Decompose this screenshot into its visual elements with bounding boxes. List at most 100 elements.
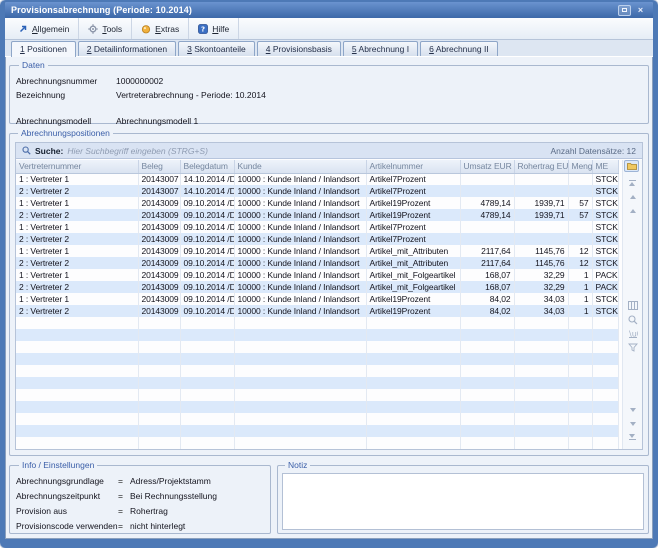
close-button[interactable]: ×	[634, 5, 647, 16]
menu-item-allgemein[interactable]: Allgemein	[9, 18, 79, 39]
view-columns-icon[interactable]	[625, 299, 641, 312]
column-header-kunde[interactable]: Kunde	[234, 160, 366, 173]
scroll-bottom-icon[interactable]	[625, 431, 641, 444]
equals-separator: =	[118, 504, 130, 519]
column-chooser-icon[interactable]	[624, 160, 639, 172]
table-row[interactable]: 2 : Vertreter 22014300714.10.2014 /Di100…	[16, 185, 618, 197]
tab-detailinformationen[interactable]: 2 Detailinformationen	[78, 41, 176, 56]
menu-item-extras[interactable]: Extras	[132, 18, 189, 39]
column-header-beleg[interactable]: Beleg	[138, 160, 180, 173]
table-row[interactable]: 1 : Vertreter 12014300909.10.2014 /Do100…	[16, 221, 618, 233]
column-header-me[interactable]: ME	[592, 160, 618, 173]
menu-item-label: Tools	[102, 24, 122, 34]
tab-provisionsbasis[interactable]: 4 Provisionsbasis	[257, 41, 341, 56]
column-header-umsatz-eur[interactable]: Umsatz EUR	[460, 160, 514, 173]
cell	[234, 449, 366, 450]
cell	[592, 353, 618, 365]
cell	[234, 437, 366, 449]
menu-bar: Allgemein Tools Extras?Hilfe	[5, 18, 653, 40]
cell	[180, 317, 234, 329]
column-header-rohertrag-eur[interactable]: Rohertrag EUR	[514, 160, 568, 173]
cell: Artikel_mit_Folgeartikel	[366, 281, 460, 293]
cell: Artikel7Prozent	[366, 173, 460, 185]
cell	[568, 413, 592, 425]
table-empty-row	[16, 341, 618, 353]
cell: 10000 : Kunde Inland / Inlandsort	[234, 221, 366, 233]
cell: 10000 : Kunde Inland / Inlandsort	[234, 281, 366, 293]
cell	[568, 377, 592, 389]
tab-abrechnung-i[interactable]: 5 Abrechnung I	[343, 41, 418, 56]
cell	[568, 449, 592, 450]
table-empty-row	[16, 389, 618, 401]
table-row[interactable]: 1 : Vertreter 12014300909.10.2014 /Do100…	[16, 269, 618, 281]
cell	[460, 413, 514, 425]
cell	[366, 401, 460, 413]
search-input[interactable]	[67, 146, 546, 156]
cell	[514, 329, 568, 341]
cell: 20143009	[138, 245, 180, 257]
menu-item-label: Allgemein	[32, 24, 69, 34]
menu-item-hilfe[interactable]: ?Hilfe	[189, 18, 239, 39]
cell	[460, 353, 514, 365]
cell	[460, 449, 514, 450]
tab-abrechnung-ii[interactable]: 6 Abrechnung II	[420, 41, 498, 56]
equals-separator: =	[118, 519, 130, 534]
restore-icon	[622, 8, 627, 12]
cell	[16, 317, 138, 329]
table-row[interactable]: 2 : Vertreter 22014300909.10.2014 /Do100…	[16, 233, 618, 245]
cell: 20143009	[138, 293, 180, 305]
cell	[514, 353, 568, 365]
cell	[592, 389, 618, 401]
table-row[interactable]: 1 : Vertreter 12014300909.10.2014 /Do100…	[16, 245, 618, 257]
positionen-groupbox: Abrechnungspositionen Suche: Anzahl Date…	[9, 128, 649, 456]
table-row[interactable]: 2 : Vertreter 22014300909.10.2014 /Do100…	[16, 209, 618, 221]
table-empty-row	[16, 329, 618, 341]
column-header-artikelnummer[interactable]: Artikelnummer	[366, 160, 460, 173]
tab-positionen[interactable]: 1 Positionen	[11, 41, 76, 57]
table-row[interactable]: 1 : Vertreter 12014300714.10.2014 /Di100…	[16, 173, 618, 185]
cell	[514, 185, 568, 197]
column-header-belegdatum[interactable]: Belegdatum	[180, 160, 234, 173]
cell	[514, 425, 568, 437]
column-header-vertreternummer[interactable]: Vertreternummer	[16, 160, 138, 173]
cell	[366, 353, 460, 365]
cell: 09.10.2014 /Do	[180, 257, 234, 269]
cell	[514, 377, 568, 389]
scroll-top-icon[interactable]	[625, 176, 641, 189]
tab-skontoanteile[interactable]: 3 Skontoanteile	[178, 41, 255, 56]
cell	[16, 341, 138, 353]
cell	[16, 413, 138, 425]
svg-text:\u03a3: \u03a3	[629, 330, 638, 339]
table-row[interactable]: 2 : Vertreter 22014300909.10.2014 /Do100…	[16, 305, 618, 317]
notiz-textarea[interactable]	[282, 473, 644, 530]
cell: 09.10.2014 /Do	[180, 197, 234, 209]
info-label: Provision aus	[16, 504, 118, 519]
cell: Artikel_mit_Folgeartikel	[366, 269, 460, 281]
table-row[interactable]: 1 : Vertreter 12014300909.10.2014 /Do100…	[16, 293, 618, 305]
cell	[16, 449, 138, 450]
table-row[interactable]: 1 : Vertreter 12014300909.10.2014 /Do100…	[16, 197, 618, 209]
info-rows: Abrechnungsgrundlage=Adress/Projektstamm…	[16, 474, 264, 534]
scroll-pagedown-icon[interactable]	[625, 417, 641, 430]
filter-icon[interactable]	[625, 341, 641, 354]
scroll-down-icon[interactable]	[625, 403, 641, 416]
menu-item-tools[interactable]: Tools	[79, 18, 132, 39]
cell	[234, 413, 366, 425]
scroll-up-icon[interactable]	[625, 204, 641, 217]
cell	[180, 377, 234, 389]
cell: 10000 : Kunde Inland / Inlandsort	[234, 269, 366, 281]
column-header-menge[interactable]: Menge	[568, 160, 592, 173]
scroll-pageup-icon[interactable]	[625, 190, 641, 203]
restore-button[interactable]	[618, 5, 631, 16]
zoom-detail-icon[interactable]	[625, 313, 641, 326]
sum-icon[interactable]: \u03a3	[625, 327, 641, 340]
cell	[366, 365, 460, 377]
cell	[16, 389, 138, 401]
cell: STCK	[592, 173, 618, 185]
table-row[interactable]: 2 : Vertreter 22014300909.10.2014 /Do100…	[16, 281, 618, 293]
cell	[180, 341, 234, 353]
cell: 1 : Vertreter 1	[16, 293, 138, 305]
cell	[138, 329, 180, 341]
table-row[interactable]: 2 : Vertreter 22014300909.10.2014 /Do100…	[16, 257, 618, 269]
cell: 20143007	[138, 173, 180, 185]
